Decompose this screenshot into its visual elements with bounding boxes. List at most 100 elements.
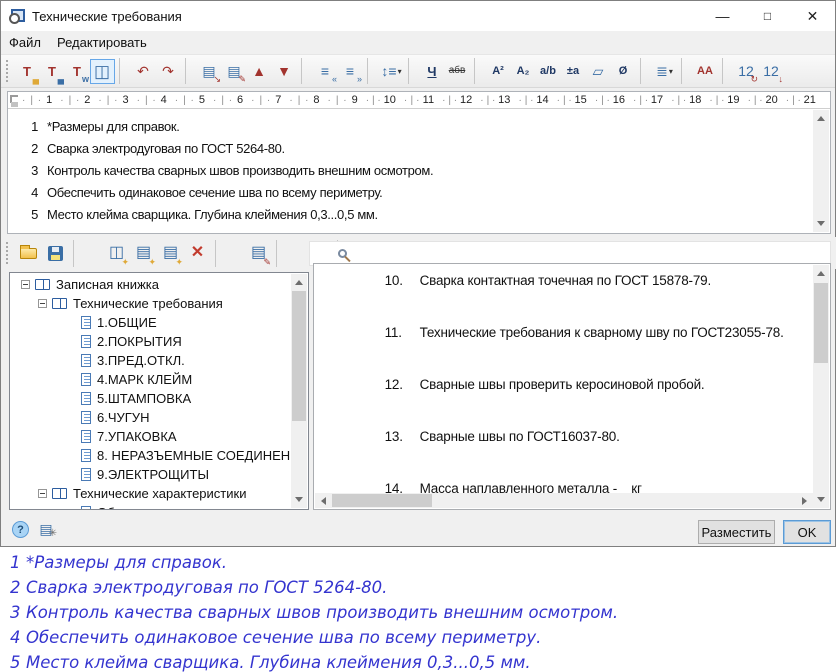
tree-vertical-scrollbar[interactable]: [291, 274, 307, 508]
fraction-button[interactable]: a/b: [536, 59, 561, 84]
diameter-button[interactable]: Ø: [611, 59, 636, 84]
subscript-button[interactable]: A₂: [511, 59, 536, 84]
menu-item[interactable]: Файл: [1, 32, 49, 53]
scroll-down-icon[interactable]: [813, 216, 829, 232]
scroll-right-icon[interactable]: [797, 493, 813, 508]
toolbar-separator[interactable]: [408, 58, 417, 84]
toolbar-separator[interactable]: [73, 240, 100, 267]
text-templates-book-button[interactable]: ◫: [90, 59, 115, 84]
new-section-button[interactable]: ▤ ✦: [130, 240, 157, 267]
snippet-vertical-scrollbar[interactable]: [813, 265, 829, 508]
expander-minus-icon[interactable]: [38, 489, 47, 498]
toolbar-grip[interactable]: [6, 60, 11, 82]
help-button[interactable]: ?: [12, 521, 29, 538]
toolbar-separator[interactable]: [119, 58, 128, 84]
insert-box-button[interactable]: ▱: [586, 59, 611, 84]
place-button[interactable]: Разместить: [698, 520, 775, 544]
scroll-left-icon[interactable]: [315, 493, 331, 508]
edit-record-button[interactable]: ▤ ✎: [245, 240, 272, 267]
node-icon: [52, 298, 67, 309]
save-text-to-file-button[interactable]: Т ▄: [40, 59, 65, 84]
ruler-segment: ·|·5: [171, 94, 209, 106]
editor-line-number: 4: [9, 185, 47, 200]
tree-item[interactable]: 6.ЧУГУН: [12, 408, 290, 427]
ruler-segment: ·|·8: [285, 94, 323, 106]
menu-item[interactable]: Редактировать: [49, 32, 155, 53]
toolbar-separator[interactable]: [276, 240, 303, 267]
drawing-line-text: Обеспечить одинаковое сечение шва по все…: [26, 628, 541, 647]
snippet-line-number: 11.: [385, 324, 420, 341]
save-notebook-button[interactable]: [42, 240, 69, 267]
tree-item[interactable]: Технические характеристики: [12, 484, 290, 503]
update-numbering-button[interactable]: 12 ↓: [759, 59, 784, 84]
toolbar-separator[interactable]: [640, 58, 649, 84]
tree-item[interactable]: 2.ПОКРЫТИЯ: [12, 332, 290, 351]
move-paragraph-down-button[interactable]: ▼: [272, 59, 297, 84]
strikethrough-button[interactable]: абв: [445, 59, 470, 84]
scroll-down-icon[interactable]: [291, 492, 307, 508]
toolbar-separator[interactable]: [367, 58, 376, 84]
new-notebook-button[interactable]: ◫ ✦: [103, 240, 130, 267]
text-toolbar: Т ▄ Т ▄ Т w: [1, 54, 835, 88]
snippet-list[interactable]: 10.Сварка контактная точечная по ГОСТ 15…: [317, 263, 812, 494]
scrollbar-thumb[interactable]: [814, 283, 828, 363]
toolbar-grip[interactable]: [6, 242, 11, 264]
decrease-indent-button[interactable]: ≡ «: [313, 59, 338, 84]
scrollbar-thumb[interactable]: [332, 494, 432, 507]
undo-button[interactable]: ↶: [131, 59, 156, 84]
toolbar-separator[interactable]: [681, 58, 690, 84]
ok-button[interactable]: OK: [783, 520, 831, 544]
numbered-list-button[interactable]: ≣ ▾: [652, 59, 677, 84]
scroll-up-icon[interactable]: [291, 274, 307, 290]
edit-fragment-button[interactable]: ▤ ✎: [222, 59, 247, 84]
page-setup-button[interactable]: ▤ ✳: [35, 519, 57, 539]
toolbar-separator[interactable]: [185, 58, 194, 84]
editor-vertical-scrollbar[interactable]: [813, 110, 829, 232]
requirements-text-editor[interactable]: 1 *Размеры для справок. 2 Сварка электро…: [9, 110, 813, 232]
increase-indent-button[interactable]: ≡ »: [338, 59, 363, 84]
toolbar-separator[interactable]: [301, 58, 310, 84]
ruler-indent-marker[interactable]: [11, 102, 18, 107]
tree-item[interactable]: 7.УПАКОВКА: [12, 427, 290, 446]
scroll-up-icon[interactable]: [813, 265, 829, 281]
expander-minus-icon[interactable]: [38, 299, 47, 308]
load-text-from-file-button[interactable]: Т ▄: [15, 59, 40, 84]
insert-text-from-word-button[interactable]: Т w: [65, 59, 90, 84]
tree-item[interactable]: 9.ЭЛЕКТРОЩИТЫ: [12, 465, 290, 484]
line-spacing-button[interactable]: ↕≡ ▾: [379, 59, 404, 84]
tree-item[interactable]: Технические требования: [12, 294, 290, 313]
open-notebook-button[interactable]: [15, 240, 42, 267]
new-record-button[interactable]: ▤ ✦: [157, 240, 184, 267]
find-replace-button[interactable]: АА: [693, 59, 718, 84]
snippet-line-text: Сварка контактная точечная по ГОСТ 15878…: [420, 273, 711, 288]
close-button-icon[interactable]: ✕: [790, 1, 835, 31]
scroll-up-icon[interactable]: [813, 110, 829, 126]
superscript-button[interactable]: A²: [486, 59, 511, 84]
scroll-down-icon[interactable]: [813, 492, 829, 508]
move-paragraph-up-button[interactable]: ▲: [247, 59, 272, 84]
tree-item[interactable]: 1.ОБЩИЕ: [12, 313, 290, 332]
renumber-button[interactable]: 12 ↻: [734, 59, 759, 84]
tree-item[interactable]: 8. НЕРАЗЪЕМНЫЕ СОЕДИНЕНИЯ: [12, 446, 290, 465]
tree-item[interactable]: 3.ПРЕД.ОТКЛ.: [12, 351, 290, 370]
insert-fragment-button[interactable]: ▤ ↘: [197, 59, 222, 84]
deviation-button[interactable]: ±a: [561, 59, 586, 84]
maximize-button-icon[interactable]: □: [745, 1, 790, 31]
snippet-line: 14.Масса наплавленного металла - кг: [317, 463, 812, 494]
tree-item[interactable]: 4.МАРК КЛЕЙМ: [12, 370, 290, 389]
toolbar-separator[interactable]: [474, 58, 483, 84]
tree-item[interactable]: Оборудование: [12, 503, 290, 509]
minimize-button-icon[interactable]: —: [700, 1, 745, 31]
scrollbar-thumb[interactable]: [292, 291, 306, 421]
delete-record-button[interactable]: ✕: [184, 240, 211, 267]
toolbar-separator[interactable]: [722, 58, 731, 84]
toolbar-separator[interactable]: [215, 240, 242, 267]
tree-item[interactable]: 5.ШТАМПОВКА: [12, 389, 290, 408]
tree-item[interactable]: Записная книжка: [12, 275, 290, 294]
expander-minus-icon[interactable]: [21, 280, 30, 289]
snippet-horizontal-scrollbar[interactable]: [315, 493, 813, 508]
tree-item-label: 7.УПАКОВКА: [97, 429, 177, 444]
redo-button[interactable]: ↷: [156, 59, 181, 84]
search-input[interactable]: [347, 242, 830, 265]
underline-button[interactable]: Ч: [420, 59, 445, 84]
